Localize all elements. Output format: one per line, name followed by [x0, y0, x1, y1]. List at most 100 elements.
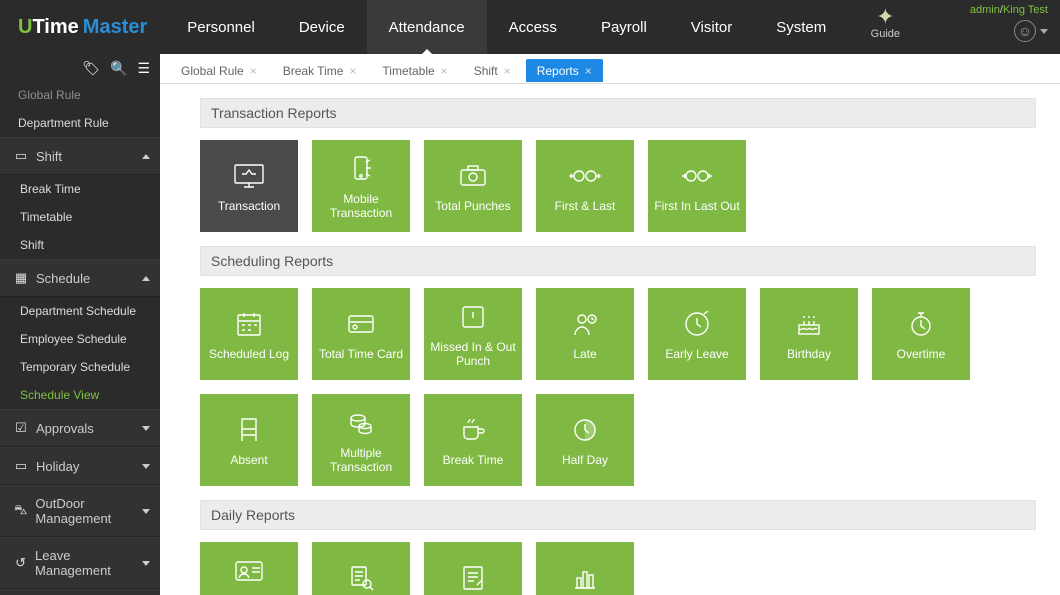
- sidebar-item-timetable[interactable]: Timetable: [0, 203, 160, 231]
- tile-total-time-card[interactable]: Total Time Card: [312, 288, 410, 380]
- sidebar-group-label: Leave Management: [35, 548, 142, 578]
- tile-first-in-last-out[interactable]: First In Last Out: [648, 140, 746, 232]
- tab-global-rule[interactable]: Global Rule×: [170, 59, 268, 82]
- tile-label: Early Leave: [665, 348, 728, 362]
- sidebar-item-department-schedule[interactable]: Department Schedule: [0, 297, 160, 325]
- idcard-icon: [233, 553, 265, 589]
- user-admin: admin: [970, 4, 1000, 16]
- tile-scheduled-log[interactable]: Scheduled Log: [200, 288, 298, 380]
- sidebar-group-holiday[interactable]: ▭Holiday: [0, 447, 160, 485]
- topnav-item-attendance[interactable]: Attendance: [367, 0, 487, 54]
- sidebar-item-global-rule[interactable]: Global Rule: [0, 81, 160, 109]
- tile-row: TransactionMobile Transaction Total Punch…: [200, 140, 1036, 232]
- note-icon: [459, 560, 487, 595]
- topnav-item-system[interactable]: System: [754, 0, 848, 54]
- sidebar-group-shift[interactable]: ▭Shift: [0, 137, 160, 175]
- halfclock-icon: [570, 412, 600, 448]
- sidebar-group-label: OutDoor Management: [35, 496, 142, 526]
- chair-icon: [235, 412, 263, 448]
- user-menu[interactable]: ☺: [1014, 20, 1048, 42]
- person-clock-icon: [570, 306, 600, 342]
- sidebar-group-outdoor-management[interactable]: ⛍ OutDoor Management: [0, 485, 160, 537]
- calendar-icon: ▭: [14, 148, 28, 164]
- sidebar-item-schedule-view[interactable]: Schedule View: [0, 381, 160, 409]
- camera-icon: [457, 158, 489, 194]
- sidebar-item-shift[interactable]: Shift: [0, 231, 160, 259]
- tile-label: Total Punches: [435, 200, 510, 214]
- search-icon[interactable]: 🔍: [110, 60, 127, 77]
- calendar-icon: [234, 306, 264, 342]
- tile-label: Half Day: [562, 454, 608, 468]
- topnav-item-device[interactable]: Device: [277, 0, 367, 54]
- tile-break-time[interactable]: Break Time: [424, 394, 522, 486]
- tile-total-punches[interactable]: Total Punches: [424, 140, 522, 232]
- topnav-item-personnel[interactable]: Personnel: [165, 0, 277, 54]
- sidebar-group-schedule[interactable]: ▦Schedule: [0, 259, 160, 297]
- tile-label: Absent: [230, 454, 267, 468]
- tile-label: Break Time: [443, 454, 504, 468]
- tab-break-time[interactable]: Break Time ×: [272, 59, 368, 82]
- tab-label: Break Time: [283, 64, 344, 78]
- sidebar-group-label: Approvals: [36, 421, 94, 436]
- arrows-in-icon: [680, 158, 714, 194]
- tile-label: Total Time Card: [319, 348, 403, 362]
- exit-icon: [682, 306, 712, 342]
- close-icon[interactable]: ×: [250, 64, 257, 78]
- signpost-icon: ✦: [871, 6, 900, 28]
- sidebar-item-temporary-schedule[interactable]: Temporary Schedule: [0, 353, 160, 381]
- topnav-item-payroll[interactable]: Payroll: [579, 0, 669, 54]
- tile-daily-status[interactable]: Daily Status: [536, 542, 634, 595]
- tab-timetable[interactable]: Timetable ×: [371, 59, 458, 82]
- tabs-bar: Global Rule×Break Time×Timetable×Shift×R…: [160, 54, 1060, 84]
- logo-part-master: Master: [83, 16, 147, 39]
- bike-icon: ⛍: [14, 502, 27, 520]
- card-icon: [345, 306, 377, 342]
- tile-early-leave[interactable]: Early Leave: [648, 288, 746, 380]
- tab-reports[interactable]: Reports×: [526, 59, 603, 82]
- tile-first-last[interactable]: First & Last: [536, 140, 634, 232]
- user-line: admin/King Test: [970, 4, 1048, 16]
- sidebar-item-department-rule[interactable]: Department Rule: [0, 109, 160, 137]
- top-bar: UTime Master PersonnelDeviceAttendanceAc…: [0, 0, 1060, 54]
- section-header: Daily Reports: [200, 500, 1036, 530]
- topnav-item-visitor[interactable]: Visitor: [669, 0, 754, 54]
- tile-label: First In Last Out: [654, 200, 739, 214]
- sidebar-item-break-time[interactable]: Break Time: [0, 175, 160, 203]
- tab-shift[interactable]: Shift×: [463, 59, 522, 82]
- tile-birthday[interactable]: Birthday: [760, 288, 858, 380]
- section-header: Transaction Reports: [200, 98, 1036, 128]
- tag-icon[interactable]: 🏷: [82, 60, 100, 77]
- sidebar-group-approvals[interactable]: ☑Approvals: [0, 409, 160, 447]
- tile-multiple-transaction[interactable]: Multiple Transaction: [312, 394, 410, 486]
- tile-label: Overtime: [897, 348, 946, 362]
- list-icon[interactable]: ☰: [137, 60, 150, 77]
- close-icon[interactable]: ×: [349, 64, 356, 78]
- tile-mobile-transaction[interactable]: Mobile Transaction: [312, 140, 410, 232]
- tile-daily-details[interactable]: Daily Details: [312, 542, 410, 595]
- tile-missed-in-out-punch[interactable]: Missed In & Out Punch: [424, 288, 522, 380]
- logo-part-u: U: [18, 16, 32, 39]
- close-icon[interactable]: ×: [441, 64, 448, 78]
- tile-half-day[interactable]: Half Day: [536, 394, 634, 486]
- avatar-icon: ☺: [1014, 20, 1036, 42]
- tile-absent[interactable]: Absent: [200, 394, 298, 486]
- tile-daily-attendance[interactable]: Daily Attendance: [200, 542, 298, 595]
- chevron-down-icon: [142, 464, 150, 469]
- tile-overtime[interactable]: Overtime: [872, 288, 970, 380]
- topnav-item-access[interactable]: Access: [487, 0, 579, 54]
- sidebar-item-employee-schedule[interactable]: Employee Schedule: [0, 325, 160, 353]
- guide-button[interactable]: ✦ Guide: [871, 6, 900, 40]
- close-icon[interactable]: ×: [504, 64, 511, 78]
- tile-daily-summary[interactable]: Daily Summary: [424, 542, 522, 595]
- tab-label: Timetable: [382, 64, 434, 78]
- sidebar-group-reports[interactable]: ▤Reports: [0, 589, 160, 595]
- user-name: King Test: [1003, 4, 1048, 16]
- tile-late[interactable]: Late: [536, 288, 634, 380]
- tile-transaction[interactable]: Transaction: [200, 140, 298, 232]
- sidebar-group-leave-management[interactable]: ↺Leave Management: [0, 537, 160, 589]
- calendar-grid-icon: ▦: [14, 270, 28, 286]
- close-icon[interactable]: ×: [585, 64, 592, 78]
- sidebar: 🏷 🔍 ☰ Global RuleDepartment Rule▭ShiftBr…: [0, 54, 160, 595]
- monitor-icon: [232, 158, 266, 194]
- top-nav: PersonnelDeviceAttendanceAccessPayrollVi…: [165, 0, 848, 54]
